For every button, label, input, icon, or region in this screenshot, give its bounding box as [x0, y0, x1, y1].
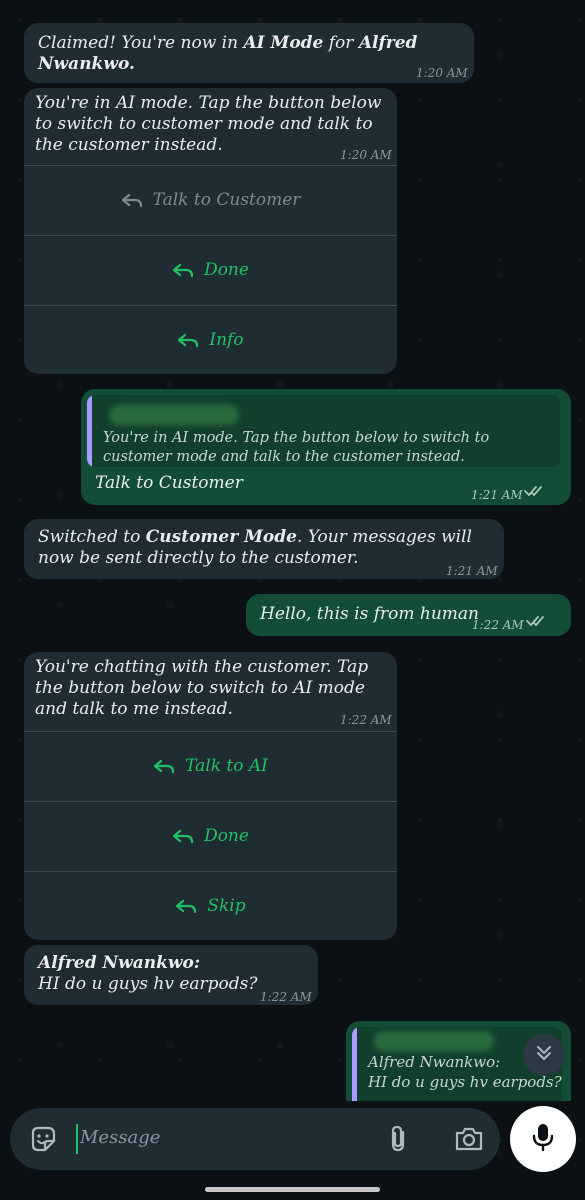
message-bubble-customer-mode: You're chatting with the customer. Tap t… — [24, 652, 397, 940]
message-text: HI do u guys hv earpods? — [38, 974, 258, 994]
message-time: 1:20 AM — [340, 148, 392, 162]
reply-arrow-icon — [153, 759, 175, 775]
message-text: You're in AI mode. Tap the button below … — [35, 93, 382, 155]
read-receipt-icon — [526, 614, 548, 628]
reply-arrow-icon — [175, 899, 197, 915]
button-label: Talk to AI — [185, 756, 268, 776]
message-text: Switched to Customer Mode. Your messages… — [38, 527, 472, 568]
talk-to-customer-button[interactable]: Talk to Customer — [24, 165, 397, 235]
read-receipt-icon — [524, 484, 546, 498]
message-bubble-customer[interactable]: Alfred Nwankwo: HI do u guys hv earpods?… — [24, 945, 318, 1005]
message-bubble-human[interactable]: Hello, this is from human 1:22 AM — [246, 594, 571, 636]
message-bubble-ai-mode: You're in AI mode. Tap the button below … — [24, 88, 397, 374]
quote-accent-bar — [87, 395, 92, 467]
microphone-icon — [531, 1122, 555, 1156]
message-time: 1:21 AM — [471, 488, 523, 502]
quote-text: HI do u guys hv earpods? — [368, 1073, 562, 1091]
message-text: Claimed! You're now in AI Mode for Alfre… — [38, 33, 418, 74]
talk-to-ai-button[interactable]: Talk to AI — [24, 731, 397, 801]
quote-text: You're in AI mode. Tap the button below … — [103, 430, 490, 465]
done-button[interactable]: Done — [24, 235, 397, 305]
quote-sender-redacted — [374, 1031, 494, 1051]
paperclip-icon[interactable] — [386, 1124, 412, 1154]
message-text: Hello, this is from human — [260, 604, 479, 624]
scroll-to-bottom-button[interactable] — [523, 1034, 565, 1076]
message-time: 1:22 AM — [260, 990, 312, 1004]
message-text: Talk to Customer — [95, 473, 243, 493]
reply-arrow-icon — [172, 263, 194, 279]
message-bubble-switched[interactable]: Switched to Customer Mode. Your messages… — [24, 519, 504, 579]
microphone-button[interactable] — [510, 1106, 576, 1172]
message-time: 1:22 AM — [340, 713, 392, 727]
reply-arrow-icon — [121, 193, 143, 209]
button-label: Done — [204, 826, 249, 846]
message-composer: Message — [10, 1108, 500, 1170]
sticker-icon[interactable] — [28, 1124, 58, 1154]
button-label: Info — [209, 330, 244, 350]
button-label: Talk to Customer — [152, 190, 301, 210]
quote-sender-redacted — [109, 405, 239, 425]
gesture-navigation-bar[interactable] — [205, 1187, 380, 1192]
message-bubble-claimed[interactable]: Claimed! You're now in AI Mode for Alfre… — [24, 23, 474, 83]
button-label: Done — [204, 260, 249, 280]
text-cursor — [76, 1124, 78, 1154]
skip-button[interactable]: Skip — [24, 871, 397, 941]
message-sender: Alfred Nwankwo: — [38, 953, 201, 973]
button-label: Skip — [207, 896, 246, 916]
message-input[interactable]: Message — [80, 1127, 160, 1148]
chevron-double-down-icon — [535, 1044, 553, 1066]
quoted-message[interactable]: You're in AI mode. Tap the button below … — [87, 395, 560, 467]
message-bubble-outgoing-reply[interactable]: You're in AI mode. Tap the button below … — [81, 389, 571, 505]
reply-arrow-icon — [177, 333, 199, 349]
reply-arrow-icon — [172, 829, 194, 845]
message-text: You're chatting with the customer. Tap t… — [35, 657, 369, 719]
message-time: 1:22 AM — [472, 618, 524, 632]
info-button[interactable]: Info — [24, 305, 397, 375]
done-button[interactable]: Done — [24, 801, 397, 871]
message-time: 1:21 AM — [446, 564, 498, 578]
camera-icon[interactable] — [454, 1125, 484, 1153]
quote-sender: Alfred Nwankwo: — [368, 1053, 501, 1071]
quote-accent-bar — [352, 1027, 357, 1101]
message-time: 1:20 AM — [416, 66, 468, 80]
